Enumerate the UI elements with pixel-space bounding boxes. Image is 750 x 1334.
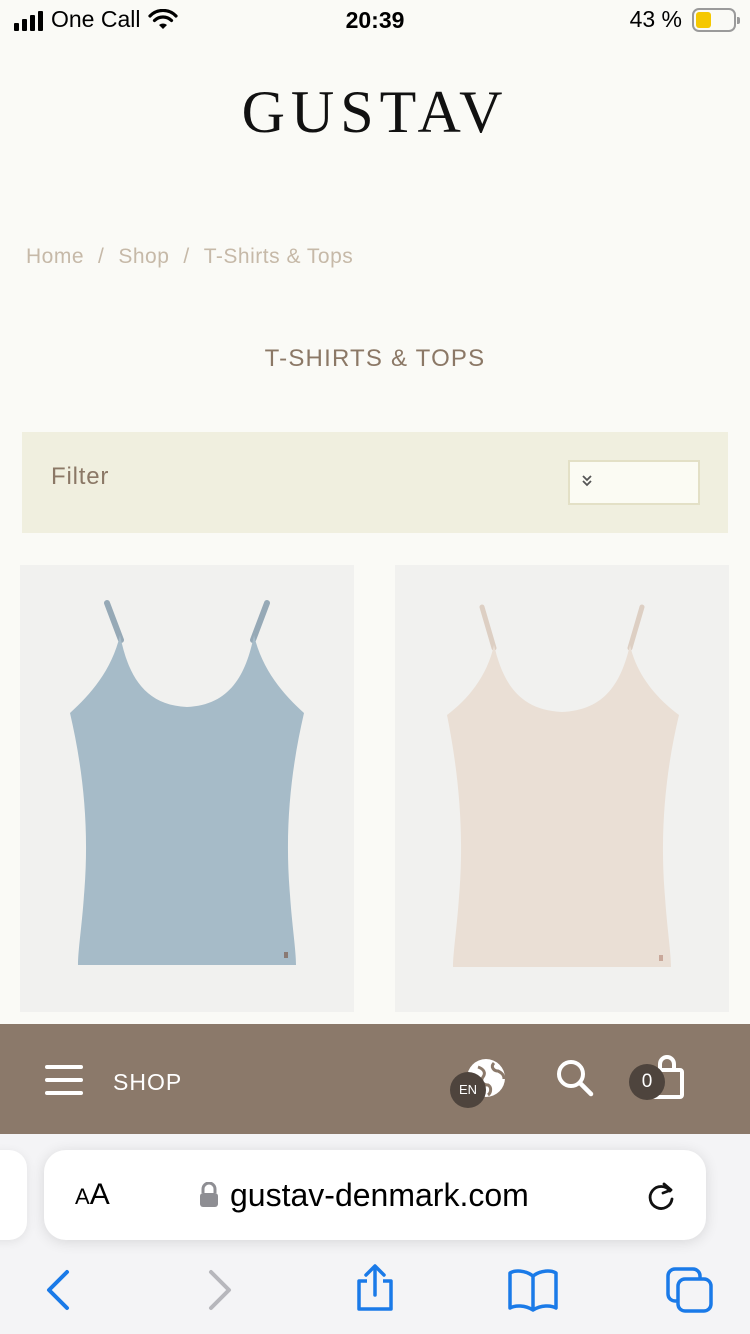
breadcrumb-home[interactable]: Home	[26, 245, 84, 269]
site-logo[interactable]: GUSTAV	[0, 78, 750, 147]
tabs-icon[interactable]	[665, 1266, 715, 1314]
product-image-camisole	[447, 604, 679, 967]
battery-percent: 43 %	[629, 6, 682, 32]
share-icon[interactable]	[353, 1263, 397, 1313]
back-icon[interactable]	[43, 1268, 73, 1312]
product-card[interactable]	[395, 565, 729, 1012]
lock-icon	[200, 1182, 218, 1207]
search-icon[interactable]	[555, 1058, 595, 1098]
previous-tab-preview[interactable]	[0, 1150, 27, 1240]
reload-icon[interactable]	[644, 1179, 678, 1213]
page: One Call 20:39 43 % GUSTAV Home / Shop /…	[0, 0, 750, 1334]
double-chevron-down-icon	[582, 475, 592, 487]
address-bar[interactable]: AA gustav-denmark.com	[44, 1150, 706, 1240]
battery-icon	[692, 7, 740, 32]
breadcrumb-separator: /	[183, 245, 190, 268]
filter-bar: Filter	[22, 432, 728, 533]
breadcrumb: Home / Shop / T-Shirts & Tops	[26, 245, 353, 269]
breadcrumb-shop[interactable]: Shop	[118, 245, 169, 269]
language-code: EN	[450, 1072, 486, 1108]
site-bottom-nav: SHOP EN 0	[0, 1024, 750, 1134]
breadcrumb-current: T-Shirts & Tops	[203, 245, 354, 268]
filter-toggle[interactable]: Filter	[51, 463, 109, 491]
product-image-camisole	[70, 600, 304, 965]
battery-level	[696, 11, 712, 28]
cart-button[interactable]: 0	[628, 1054, 688, 1104]
forward-icon[interactable]	[205, 1268, 235, 1312]
page-title: T-SHIRTS & TOPS	[264, 345, 486, 372]
product-card[interactable]	[20, 565, 354, 1012]
menu-icon[interactable]	[45, 1065, 83, 1097]
sort-select[interactable]	[568, 460, 700, 505]
cart-count-badge: 0	[629, 1064, 665, 1100]
bookmarks-icon[interactable]	[507, 1268, 559, 1312]
text-size-button[interactable]: AA	[75, 1178, 110, 1212]
battery-cap	[737, 16, 740, 24]
url-text: gustav-denmark.com	[230, 1177, 529, 1213]
breadcrumb-separator: /	[98, 245, 105, 268]
status-bar: One Call 20:39 43 %	[0, 0, 750, 44]
language-selector[interactable]: EN	[450, 1057, 510, 1108]
status-right: 43 %	[629, 6, 740, 33]
shop-menu-label[interactable]: SHOP	[113, 1069, 182, 1096]
